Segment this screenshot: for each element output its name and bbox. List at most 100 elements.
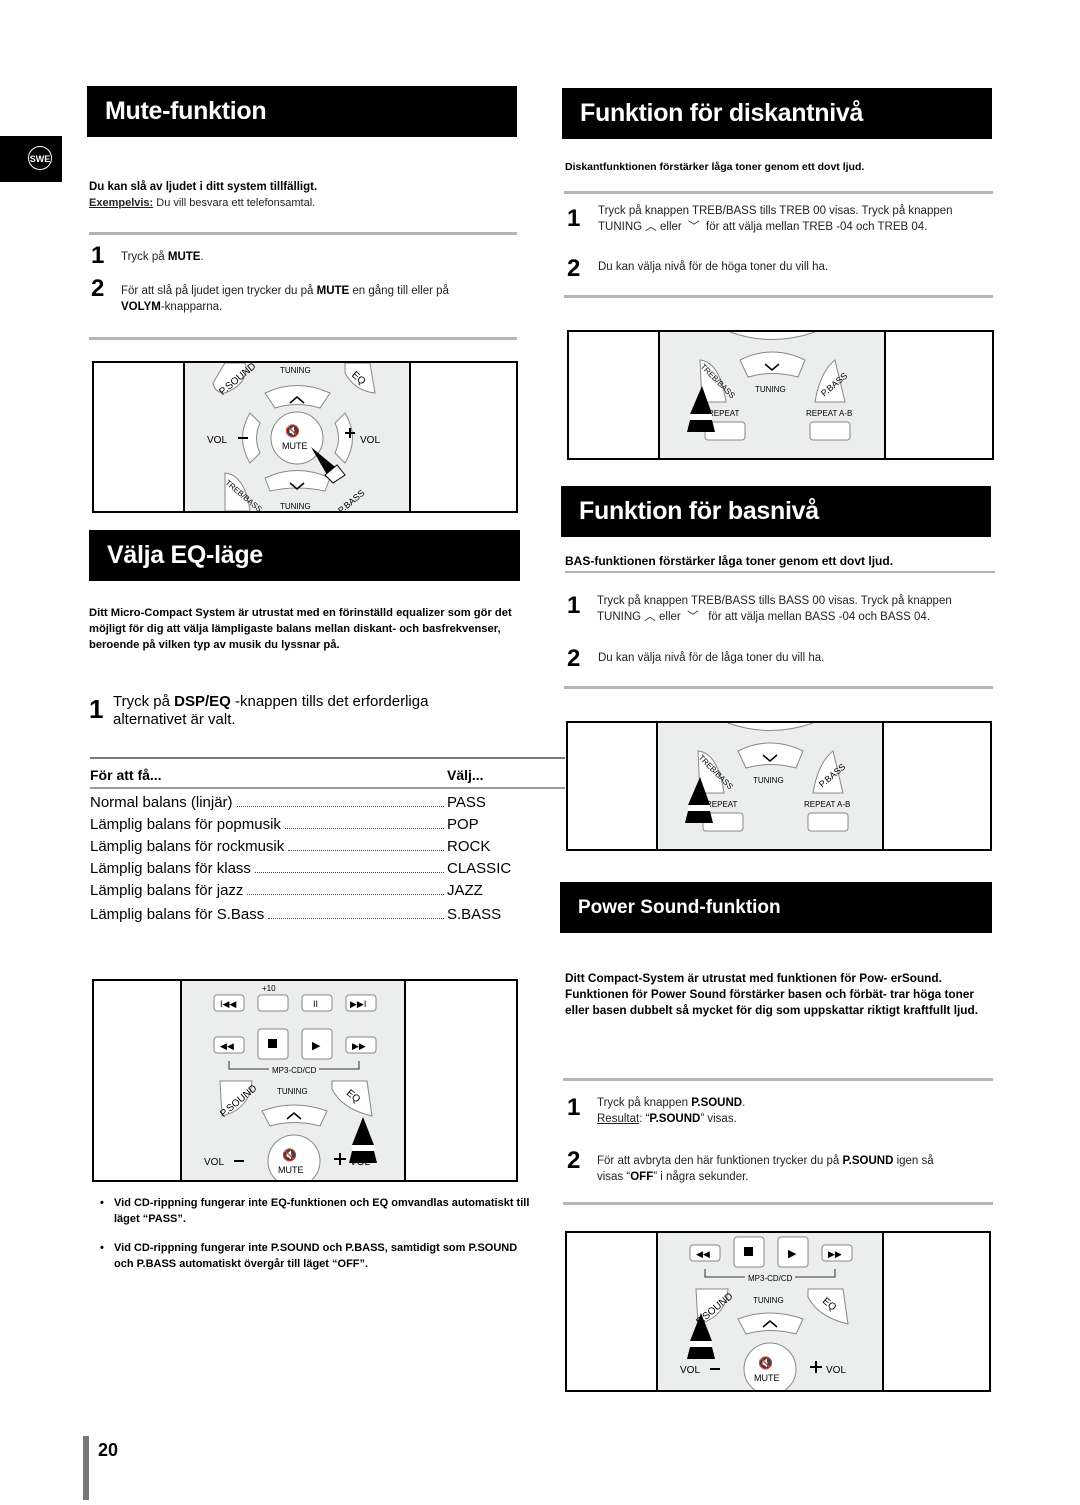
step-number: 1: [567, 205, 581, 232]
plus-icon: [810, 1361, 822, 1373]
mute-label: MUTE: [282, 441, 308, 451]
remote-svg: TREB/BASS TUNING P.BASS REPEAT REPEAT A-…: [685, 722, 850, 832]
eq-mode-value: CLASSIC: [447, 860, 512, 877]
tuning-label: TUNING: [280, 502, 311, 511]
step-number: 1: [567, 1094, 581, 1121]
treble-step-1: Tryck på knappen TREB/BASS tills TREB 00…: [598, 205, 953, 233]
play-icon: ▶: [312, 1040, 321, 1052]
fast-forward-icon: ▶▶: [828, 1249, 842, 1259]
remote-figure-treble: TREB/BASS TUNING P.BASS REPEAT REPEAT A-…: [567, 330, 994, 460]
remote-svg: P.SOUND TUNING EQ VOL 🔇 MUTE VOL TREB/BA…: [207, 361, 380, 516]
mute-section-title: Mute-funktion: [87, 86, 517, 137]
note-item: Vid CD-rippning fungerar inte EQ-funktio…: [100, 1195, 530, 1227]
remote-control-image: P.SOUND TUNING EQ VOL 🔇 MUTE VOL TREB/BA…: [183, 361, 411, 516]
play-icon: ▶: [788, 1248, 797, 1260]
tuning-down-icon: ﹀: [687, 611, 699, 623]
table-row: Lämplig balans för jazz JAZZ: [90, 880, 565, 902]
mute-step-1: Tryck på MUTE.: [121, 251, 204, 263]
plus-icon: [334, 1153, 346, 1165]
step-number: 2: [567, 645, 581, 672]
minus-icon: [710, 1368, 720, 1370]
repeat-ab-label: REPEAT A-B: [804, 800, 850, 809]
table-row: Normal balans (linjär) PASS: [90, 792, 565, 814]
step-number: 1: [89, 694, 104, 724]
power-sound-section-title: Power Sound-funktion: [560, 882, 992, 933]
step-number: 2: [91, 275, 105, 302]
table-row: Lämplig balans för popmusik POP: [90, 814, 565, 836]
repeat-label: REPEAT: [708, 409, 740, 418]
remote-svg: +10 I◀◀ II ▶▶I ◀◀ ▶ ▶▶ MP3-CD/CD P.SOUND…: [204, 984, 377, 1188]
eq-lead: Ditt Micro-Compact System är utrustat me…: [89, 607, 512, 651]
eq-mode-value: ROCK: [447, 838, 491, 855]
tuning-up-icon: ︿: [644, 611, 656, 623]
vol-minus-label: VOL: [207, 435, 227, 446]
divider: [564, 295, 993, 298]
fast-forward-icon: ▶▶: [352, 1041, 366, 1051]
mute-lead: Du kan slå av ljudet i ditt system tillf…: [89, 181, 318, 193]
mute-icon: 🔇: [758, 1356, 773, 1370]
tuning-label: TUNING: [280, 366, 311, 375]
eq-mode-value: POP: [447, 816, 479, 833]
mute-label: MUTE: [754, 1373, 780, 1383]
example-text: Du vill besvara ett telefonsamtal.: [153, 197, 316, 209]
rewind-icon: ◀◀: [220, 1041, 234, 1051]
tuning-down-icon: ﹀: [688, 221, 700, 233]
bass-step-2: Du kan välja nivå för de låga toner du v…: [598, 652, 825, 664]
treble-lead: Diskantfunktionen förstärker låga toner …: [565, 161, 865, 173]
mute-icon: 🔇: [282, 1148, 297, 1162]
minus-icon: [238, 437, 248, 439]
bass-step-1: Tryck på knappen TREB/BASS tills BASS 00…: [597, 595, 952, 623]
column-header-select: Välj...: [447, 767, 484, 783]
remote-figure-power-sound: ◀◀ ▶ ▶▶ MP3-CD/CD P.SOUND TUNING EQ VOL …: [565, 1231, 991, 1396]
bass-section-title: Funktion för basnivå: [561, 486, 991, 537]
mp3-cd-label: MP3-CD/CD: [272, 1066, 317, 1075]
vol-plus-label: VOL: [826, 1365, 846, 1376]
eq-table: För att få... Välj... Normal balans (lin…: [90, 757, 565, 926]
divider: [563, 1202, 993, 1205]
tuning-label: TUNING: [755, 385, 786, 394]
divider: [89, 232, 517, 235]
mute-icon: 🔇: [285, 424, 300, 438]
remote-control-image: TREB/BASS TUNING P.BASS REPEAT REPEAT A-…: [656, 722, 884, 849]
language-badge: SWE: [28, 146, 52, 170]
step-number: 2: [567, 1147, 581, 1174]
mp3-cd-label: MP3-CD/CD: [748, 1274, 793, 1283]
remote-figure-mute: P.SOUND TUNING EQ VOL 🔇 MUTE VOL TREB/BA…: [92, 361, 518, 516]
table-row: Lämplig balans för rockmusik ROCK: [90, 836, 565, 858]
minus-icon: [234, 1160, 244, 1162]
page-number: 20: [98, 1440, 119, 1460]
vol-plus-label: VOL: [360, 435, 380, 446]
vol-minus-label: VOL: [680, 1365, 700, 1376]
language-tab: SWE: [0, 136, 62, 182]
mute-label: MUTE: [278, 1165, 304, 1175]
mute-step-2: För att slå på ljudet igen trycker du på…: [121, 285, 449, 313]
tuning-label: TUNING: [753, 776, 784, 785]
repeat-ab-label: REPEAT A-B: [806, 409, 852, 418]
divider: [89, 337, 517, 340]
remote-figure-eq: +10 I◀◀ II ▶▶I ◀◀ ▶ ▶▶ MP3-CD/CD P.SOUND…: [92, 979, 518, 1188]
note-item: Vid CD-rippning fungerar inte P.SOUND oc…: [100, 1240, 530, 1272]
table-row: Lämplig balans för klass CLASSIC: [90, 858, 565, 880]
eq-section-title: Välja EQ-läge: [89, 530, 520, 581]
step-number: 1: [567, 592, 581, 619]
vol-minus-label: VOL: [204, 1157, 224, 1168]
treble-section-title: Funktion för diskantnivå: [562, 88, 992, 139]
stop-icon: [744, 1247, 753, 1256]
pause-icon: II: [313, 999, 318, 1009]
step-number: 1: [91, 242, 105, 269]
power-sound-lead: Ditt Compact-System är utrustat med funk…: [565, 971, 978, 1017]
column-header-result: För att få...: [90, 767, 162, 783]
example-label: Exempelvis:: [89, 197, 154, 209]
rewind-icon: ◀◀: [696, 1249, 710, 1259]
table-header: För att få... Välj...: [90, 757, 565, 789]
table-row: Lämplig balans för S.Bass S.BASS: [90, 904, 565, 926]
eq-mode-value: PASS: [447, 794, 486, 811]
remote-svg: TREB/BASS TUNING P.BASS REPEAT REPEAT A-…: [687, 331, 852, 441]
treble-step-2: Du kan välja nivå för de höga toner du v…: [598, 261, 829, 273]
eq-mode-value: S.BASS: [447, 906, 502, 923]
tuning-label: TUNING: [277, 1087, 308, 1096]
remote-control-image: TREB/BASS TUNING P.BASS REPEAT REPEAT A-…: [658, 331, 886, 458]
pbass-label: P.BASS: [336, 488, 366, 511]
pointer-arrow-icon: [352, 1117, 374, 1145]
tuning-up-icon: ︿: [645, 221, 657, 233]
